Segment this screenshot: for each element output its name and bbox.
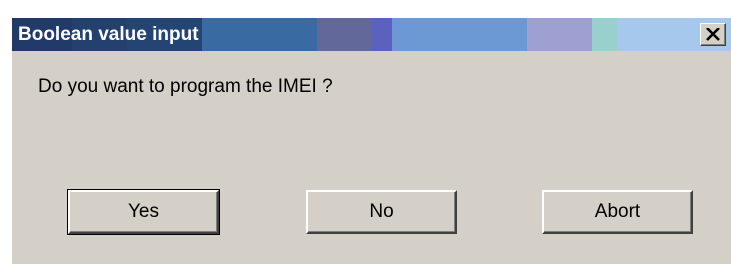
title-bar-band xyxy=(592,18,617,51)
title-bar-band xyxy=(202,18,317,51)
close-button[interactable] xyxy=(700,23,726,46)
title-bar-band xyxy=(372,18,392,51)
title-bar-band xyxy=(527,18,592,51)
close-icon xyxy=(706,28,720,41)
window-title: Boolean value input xyxy=(18,24,199,45)
boolean-value-input-dialog: Boolean value input Do you want to progr… xyxy=(10,16,731,264)
title-bar-band xyxy=(317,18,372,51)
prompt-message: Do you want to program the IMEI ? xyxy=(38,76,333,97)
title-bar[interactable]: Boolean value input xyxy=(12,18,731,51)
yes-button[interactable]: Yes xyxy=(67,189,220,235)
no-button[interactable]: No xyxy=(306,190,457,234)
title-bar-band xyxy=(392,18,527,51)
abort-button[interactable]: Abort xyxy=(542,190,693,234)
